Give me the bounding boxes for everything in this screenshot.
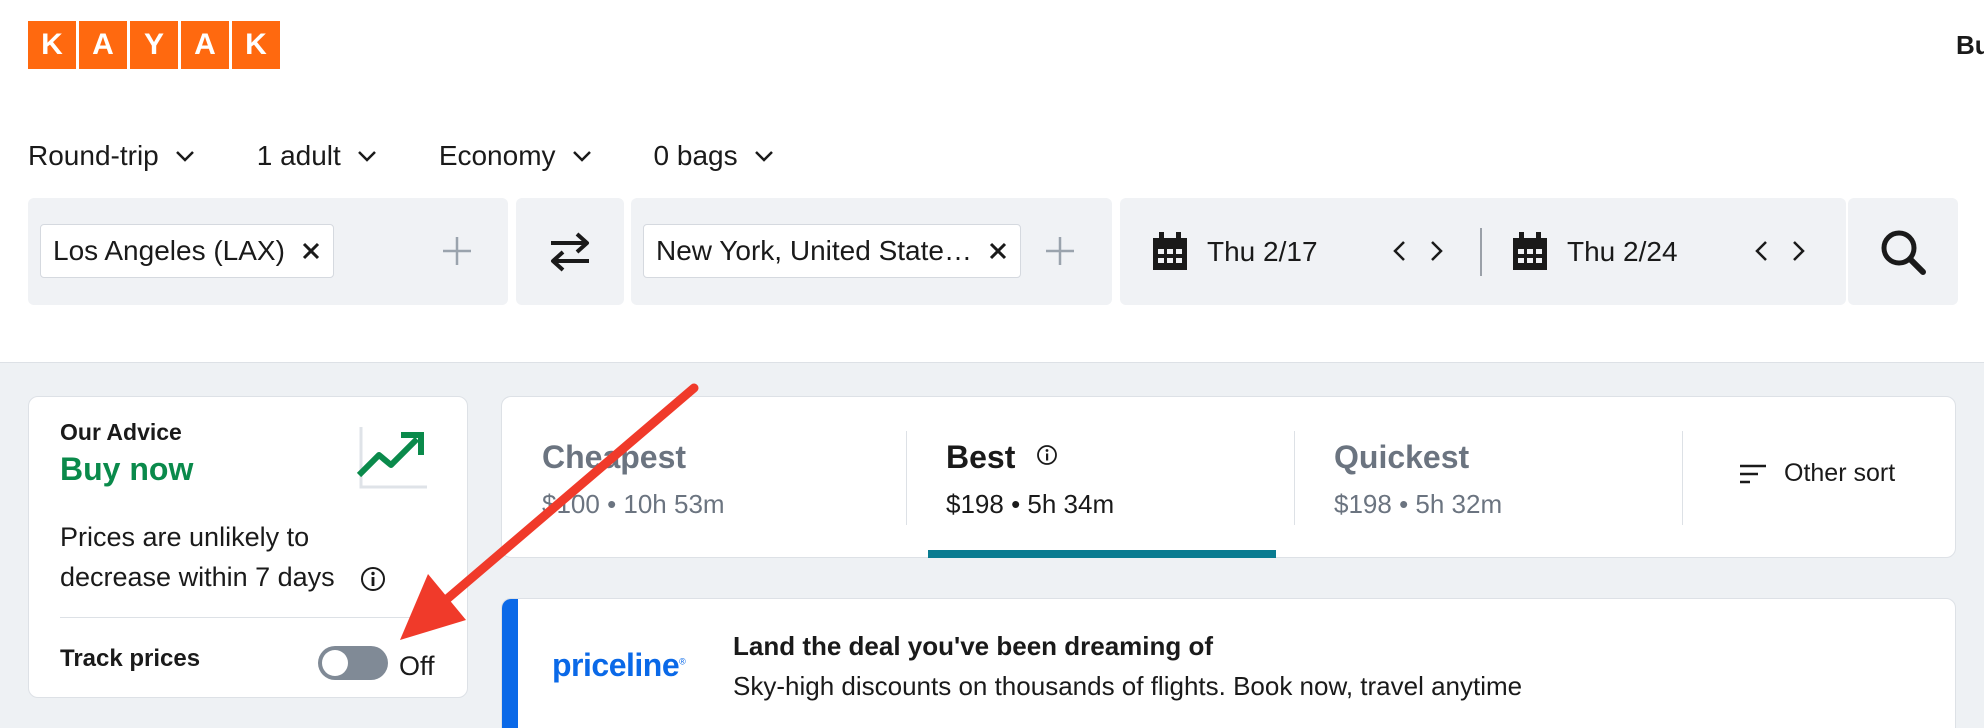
other-sort-label: Other sort: [1784, 459, 1896, 487]
logo-letter: Y: [130, 21, 178, 69]
tab-divider: [1682, 431, 1683, 525]
advice-description: Prices are unlikely to decrease within 7…: [60, 522, 335, 592]
trip-type-label: Round-trip: [28, 140, 159, 171]
return-date[interactable]: Thu 2/24: [1511, 198, 1678, 305]
bags-label: 0 bags: [653, 140, 738, 171]
return-date-value: Thu 2/24: [1567, 235, 1678, 267]
tab-quickest[interactable]: Quickest $198 • 5h 32m: [1334, 397, 1634, 559]
tab-title: Cheapest: [542, 439, 687, 475]
sort-tabs: Cheapest $100 • 10h 53m Best $198 • 5h 3…: [501, 396, 1956, 558]
search-icon: [1881, 230, 1926, 275]
logo-letter: K: [232, 21, 280, 69]
passengers-dropdown[interactable]: 1 adult: [257, 140, 379, 172]
ad-headline: Land the deal you've been dreaming of: [733, 631, 1214, 661]
logo-letter: K: [28, 21, 76, 69]
advice-value: Buy now: [60, 451, 194, 487]
calendar-icon: [1153, 231, 1187, 270]
sort-icon: [1740, 464, 1766, 483]
track-prices-toggle[interactable]: [318, 646, 388, 680]
trip-type-dropdown[interactable]: Round-trip: [28, 140, 197, 172]
chevron-right-icon[interactable]: [1790, 238, 1808, 264]
chevron-down-icon: [754, 151, 773, 162]
ad-accent-stripe: [502, 599, 518, 728]
price-advice-card: Our Advice Buy now Prices are unlikely t…: [28, 396, 468, 698]
swap-icon: [551, 232, 589, 271]
close-icon[interactable]: [301, 241, 321, 261]
priceline-ad[interactable]: priceline® Land the deal you've been dre…: [501, 598, 1956, 728]
logo-letter: A: [79, 21, 127, 69]
track-prices-label: Track prices: [60, 645, 201, 672]
search-button[interactable]: [1848, 198, 1958, 305]
calendar-icon: [1513, 231, 1547, 270]
ad-body: Sky-high discounts on thousands of fligh…: [733, 671, 1523, 701]
depart-date-value: Thu 2/17: [1207, 235, 1318, 267]
tab-divider: [906, 431, 907, 525]
logo-letter: A: [181, 21, 229, 69]
destination-field[interactable]: New York, United State…: [631, 198, 1112, 305]
chevron-down-icon: [357, 151, 376, 162]
divider: [60, 617, 440, 618]
passengers-label: 1 adult: [256, 140, 341, 171]
cabin-label: Economy: [438, 140, 556, 171]
search-options: Round-trip 1 adult Economy 0 bags: [28, 140, 776, 172]
chevron-down-icon: [175, 151, 194, 162]
registered-mark: ®: [679, 656, 686, 667]
trend-up-icon: [356, 427, 427, 489]
bags-dropdown[interactable]: 0 bags: [654, 140, 776, 172]
swap-button[interactable]: [516, 198, 624, 305]
dates-field: Thu 2/17 Thu 2/24: [1120, 198, 1846, 305]
destination-chip[interactable]: New York, United State…: [643, 224, 1021, 278]
destination-value: New York, United State…: [656, 235, 972, 266]
selected-tab-indicator: [928, 550, 1276, 558]
chevron-left-icon[interactable]: [1390, 238, 1408, 264]
cabin-dropdown[interactable]: Economy: [439, 140, 594, 172]
info-icon[interactable]: [1036, 444, 1058, 466]
top-right-link[interactable]: Bu: [1956, 30, 1984, 61]
toggle-knob: [322, 650, 348, 676]
info-icon[interactable]: [359, 565, 387, 593]
tab-best[interactable]: Best $198 • 5h 34m: [946, 397, 1292, 559]
advice-label: Our Advice: [60, 419, 182, 445]
priceline-logo-text: priceline: [552, 647, 680, 683]
origin-field[interactable]: Los Angeles (LAX): [28, 198, 508, 305]
tab-divider: [1294, 431, 1295, 525]
depart-date[interactable]: Thu 2/17: [1151, 198, 1318, 305]
close-icon[interactable]: [988, 241, 1008, 261]
tab-cheapest[interactable]: Cheapest $100 • 10h 53m: [542, 397, 902, 559]
tab-summary: $100 • 10h 53m: [542, 489, 725, 519]
chevron-left-icon[interactable]: [1752, 238, 1770, 264]
tab-title-text: Best: [946, 439, 1016, 475]
toggle-state-label: Off: [399, 651, 435, 681]
tab-summary: $198 • 5h 34m: [946, 489, 1115, 519]
plus-icon[interactable]: [1043, 234, 1077, 268]
kayak-logo[interactable]: K A Y A K: [28, 21, 280, 69]
chevron-down-icon: [572, 151, 591, 162]
tab-summary: $198 • 5h 32m: [1334, 489, 1503, 519]
priceline-logo: priceline®: [552, 647, 686, 684]
chevron-right-icon[interactable]: [1428, 238, 1446, 264]
origin-chip[interactable]: Los Angeles (LAX): [40, 224, 334, 278]
tab-title: Quickest: [1334, 439, 1470, 475]
tab-title: Best: [946, 439, 1058, 476]
date-divider: [1480, 228, 1482, 276]
plus-icon[interactable]: [440, 234, 474, 268]
origin-value: Los Angeles (LAX): [53, 235, 285, 266]
other-sort-button[interactable]: Other sort: [1738, 459, 1895, 488]
